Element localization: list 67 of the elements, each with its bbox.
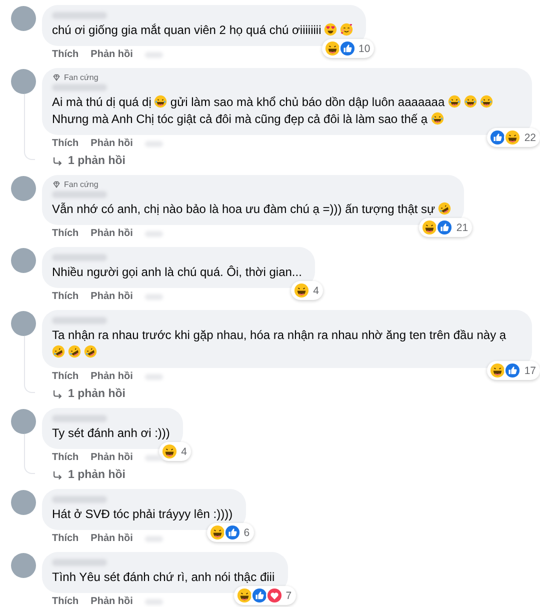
reaction-count: 10 [358, 42, 370, 54]
comment-text: Ta nhận ra nhau trước khi gặp nhau, hóa ra nhận ra nhau nhờ ăng ten trên đầu này ạ [52, 328, 506, 342]
badge-label: Fan cứng [64, 73, 98, 82]
reply-arrow-icon [52, 470, 63, 480]
action-link[interactable]: Thích [52, 595, 79, 607]
reaction-count: 7 [286, 590, 292, 602]
view-replies-link[interactable]: 1 phản hồi [42, 150, 534, 168]
avatar [10, 553, 36, 578]
reaction-count: 4 [313, 284, 319, 296]
rolling-laugh-emoji-icon [52, 345, 65, 358]
action-link[interactable]: Thích [52, 370, 79, 383]
action-link[interactable]: Thích [52, 137, 79, 150]
avatar [10, 6, 36, 31]
rolling-laugh-emoji-icon [84, 345, 97, 358]
thread-line [24, 434, 34, 474]
comment-text: Hát ở SVĐ tóc phải tráyyy lên :)))) [52, 507, 233, 521]
action-link[interactable]: Phản hồi [90, 532, 133, 545]
diamond-icon [52, 180, 61, 189]
action-link[interactable]: Phản hồi [90, 451, 133, 464]
reply-arrow-icon [52, 156, 63, 166]
action-link[interactable]: Phản hồi [90, 370, 133, 383]
laughing-tears-emoji-icon [464, 95, 477, 108]
avatar [10, 176, 36, 201]
reaction-count: 22 [524, 132, 536, 144]
action-link[interactable]: Phản hồi [90, 290, 133, 303]
action-link[interactable]: Phản hồi [90, 227, 133, 240]
comment-text: Ai mà thú dị quá dị [52, 95, 152, 109]
reaction-count: 21 [456, 222, 468, 234]
action-link[interactable]: Phản hồi [90, 48, 133, 61]
avatar [10, 248, 36, 273]
rolling-laugh-emoji-icon [438, 202, 452, 215]
badge-label: Fan cứng [64, 180, 98, 189]
laughing-tears-emoji-icon [480, 95, 493, 108]
comment-text: Ty sét đánh anh ơi :))) [52, 426, 170, 440]
action-link[interactable]: Thích [52, 290, 79, 303]
comment-text: gửi làm sao mà khổ chủ báo dồn dập luôn aaaaaaa [170, 95, 445, 109]
comment-text: Nhiều người gọi anh là chú quá. Ôi, thời gian... [52, 265, 302, 279]
action-link[interactable]: Thích [52, 227, 79, 240]
avatar [10, 490, 36, 515]
thread-line [24, 94, 34, 160]
diamond-icon [52, 73, 61, 82]
action-link[interactable]: Phản hồi [90, 595, 133, 607]
action-link[interactable]: Thích [52, 532, 79, 545]
blurred-timestamp [144, 454, 163, 460]
comment-text: Nhưng mà Anh Chị tóc giật cả đôi mà cũng đẹp cả đôi là làm sao thế ạ [52, 112, 428, 126]
laughing-tears-emoji-icon [154, 95, 168, 108]
reaction-count: 6 [244, 526, 250, 538]
heart-eyes-emoji-icon [324, 23, 338, 36]
avatar [10, 409, 36, 434]
comment-text: chú ơi giống gia mắt quan viên 2 họ quá chú ơiiiiiiii [52, 23, 322, 37]
avatar [10, 69, 36, 94]
action-link[interactable]: Thích [52, 451, 79, 464]
reply-arrow-icon [52, 388, 63, 400]
action-link[interactable]: Phản hồi [90, 137, 133, 150]
view-replies-link[interactable]: 1 phản hồi [42, 464, 534, 482]
rolling-laugh-emoji-icon [68, 345, 81, 358]
reaction-count: 4 [181, 446, 187, 458]
comment-text: Vẫn nhớ có anh, chị nào bảo là hoa ưu đàm chú ạ =))) ấn tượng thật sự [52, 202, 436, 216]
avatar [10, 311, 36, 336]
view-replies-link[interactable]: 1 phản hồi [42, 383, 534, 401]
laughing-tears-emoji-icon [430, 112, 444, 125]
smiling-hearts-emoji-icon [340, 23, 354, 36]
comment-text: Tình Yêu sét đánh chứ rì, anh nói thậc điii [52, 570, 275, 584]
laughing-tears-emoji-icon [448, 95, 461, 108]
reaction-count: 17 [524, 364, 536, 376]
action-link[interactable]: Thích [52, 48, 79, 61]
thread-line [24, 336, 34, 393]
